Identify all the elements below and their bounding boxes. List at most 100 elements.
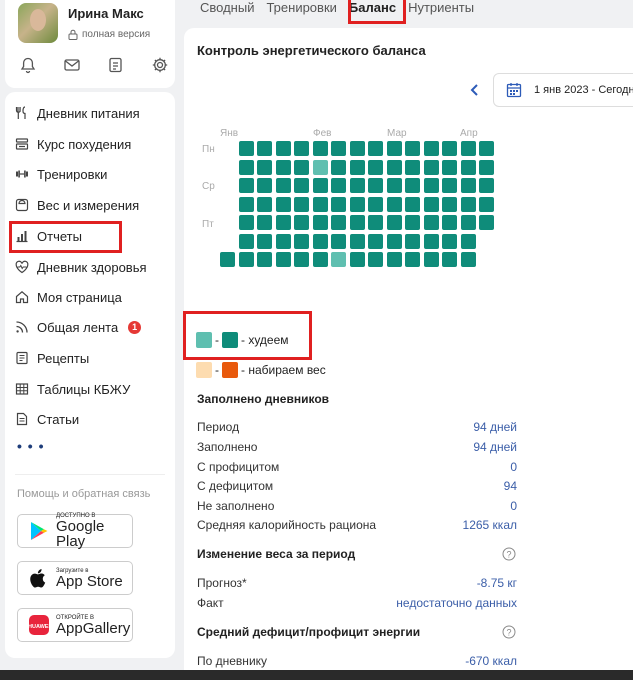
heatmap-cell[interactable] bbox=[405, 178, 420, 193]
app-store-button[interactable]: Загрузите в App Store bbox=[17, 561, 133, 595]
tab-nutrients[interactable]: Нутриенты bbox=[408, 0, 474, 22]
heatmap-cell[interactable] bbox=[312, 141, 328, 156]
heatmap-cell[interactable] bbox=[386, 233, 402, 249]
sidebar-item-articles[interactable]: Статьи bbox=[15, 406, 79, 432]
heatmap-cell[interactable] bbox=[368, 141, 383, 156]
heatmap-cell[interactable] bbox=[238, 215, 254, 230]
heatmap-cell[interactable] bbox=[349, 196, 365, 212]
heatmap-cell[interactable] bbox=[275, 196, 291, 212]
heatmap-cell[interactable] bbox=[331, 233, 346, 249]
heatmap-cell[interactable] bbox=[405, 215, 420, 230]
heatmap-cell[interactable] bbox=[423, 196, 439, 212]
heatmap-cell[interactable] bbox=[238, 233, 254, 249]
heatmap-cell[interactable] bbox=[294, 178, 309, 193]
heatmap-cell[interactable] bbox=[331, 141, 346, 156]
heatmap-cell[interactable] bbox=[423, 178, 439, 193]
heatmap-cell[interactable] bbox=[405, 252, 420, 267]
sidebar-item-workouts[interactable]: Тренировки bbox=[15, 161, 107, 187]
heatmap-cell[interactable] bbox=[423, 215, 439, 230]
heatmap-cell[interactable] bbox=[238, 252, 254, 267]
heatmap-cell[interactable] bbox=[275, 252, 291, 267]
heatmap-cell[interactable] bbox=[349, 178, 365, 193]
heatmap-cell[interactable] bbox=[386, 141, 402, 156]
heatmap-cell[interactable] bbox=[423, 159, 439, 175]
heatmap-cell[interactable] bbox=[238, 196, 254, 212]
heatmap-cell[interactable] bbox=[460, 159, 476, 175]
heatmap-cell[interactable] bbox=[294, 215, 309, 230]
heatmap-cell[interactable] bbox=[386, 178, 402, 193]
heatmap-cell[interactable] bbox=[238, 178, 254, 193]
heatmap-cell[interactable] bbox=[479, 178, 494, 193]
heatmap-cell[interactable] bbox=[312, 252, 328, 267]
heatmap-cell[interactable] bbox=[275, 233, 291, 249]
sidebar-item-my-page[interactable]: Моя страница bbox=[15, 284, 122, 310]
heatmap-cell[interactable] bbox=[368, 159, 383, 175]
heatmap-cell[interactable] bbox=[405, 233, 420, 249]
heatmap-cell[interactable] bbox=[460, 252, 476, 267]
heatmap-cell[interactable] bbox=[349, 252, 365, 267]
heatmap-cell[interactable] bbox=[405, 141, 420, 156]
heatmap-cell[interactable] bbox=[349, 215, 365, 230]
heatmap-cell[interactable] bbox=[238, 159, 254, 175]
heatmap-cell[interactable] bbox=[442, 141, 457, 156]
heatmap-cell[interactable] bbox=[312, 196, 328, 212]
heatmap-cell[interactable] bbox=[349, 233, 365, 249]
heatmap-cell[interactable] bbox=[331, 159, 346, 175]
heatmap-cell[interactable] bbox=[331, 196, 346, 212]
help-icon[interactable]: ? bbox=[502, 625, 516, 639]
heatmap-cell[interactable] bbox=[386, 196, 402, 212]
heatmap-cell[interactable] bbox=[442, 252, 457, 267]
heatmap-cell[interactable] bbox=[442, 159, 457, 175]
sidebar-item-food-diary[interactable]: Дневник питания bbox=[15, 100, 140, 126]
heatmap-cell[interactable] bbox=[442, 215, 457, 230]
heatmap-cell[interactable] bbox=[405, 196, 420, 212]
heatmap-cell[interactable] bbox=[294, 196, 309, 212]
heatmap-cell[interactable] bbox=[368, 196, 383, 212]
notes-icon[interactable] bbox=[107, 56, 125, 74]
heatmap-cell[interactable] bbox=[257, 159, 272, 175]
more-menu[interactable]: • • • bbox=[17, 438, 44, 454]
sidebar-item-weight[interactable]: Вес и измерения bbox=[15, 192, 139, 218]
sidebar-item-feed[interactable]: Общая лента 1 bbox=[15, 314, 142, 340]
heatmap-cell[interactable] bbox=[386, 159, 402, 175]
heatmap-cell[interactable] bbox=[238, 141, 254, 156]
avatar[interactable] bbox=[18, 3, 58, 43]
heatmap-cell[interactable] bbox=[479, 215, 494, 230]
appgallery-button[interactable]: HUAWEI ОТКРОЙТЕ В AppGallery bbox=[17, 608, 133, 642]
heatmap-cell[interactable] bbox=[349, 141, 365, 156]
heatmap-cell[interactable] bbox=[257, 196, 272, 212]
heatmap-cell[interactable] bbox=[312, 215, 328, 230]
heatmap-cell[interactable] bbox=[294, 159, 309, 175]
heatmap-cell[interactable] bbox=[294, 252, 309, 267]
heatmap-cell[interactable] bbox=[257, 178, 272, 193]
mail-icon[interactable] bbox=[63, 56, 81, 74]
tab-workouts[interactable]: Тренировки bbox=[266, 0, 336, 22]
heatmap-cell[interactable] bbox=[423, 233, 439, 249]
heatmap-cell[interactable] bbox=[368, 178, 383, 193]
heatmap-cell[interactable] bbox=[386, 252, 402, 267]
heatmap-cell[interactable] bbox=[220, 252, 235, 267]
heatmap-cell[interactable] bbox=[257, 141, 272, 156]
heatmap-cell[interactable] bbox=[312, 178, 328, 193]
heatmap-cell[interactable] bbox=[331, 178, 346, 193]
heatmap-cell[interactable] bbox=[423, 252, 439, 267]
heatmap-cell[interactable] bbox=[442, 178, 457, 193]
heatmap-cell[interactable] bbox=[294, 233, 309, 249]
heatmap-cell[interactable] bbox=[460, 233, 476, 249]
heatmap-cell[interactable] bbox=[312, 159, 328, 175]
heatmap-cell[interactable] bbox=[368, 233, 383, 249]
heatmap-cell[interactable] bbox=[275, 141, 291, 156]
sidebar-item-weight-loss-course[interactable]: Курс похудения bbox=[15, 131, 131, 157]
heatmap-cell[interactable] bbox=[386, 215, 402, 230]
help-link[interactable]: Помощь и обратная связь bbox=[17, 488, 150, 500]
heatmap-cell[interactable] bbox=[479, 196, 494, 212]
heatmap-cell[interactable] bbox=[460, 178, 476, 193]
date-range-picker[interactable]: 1 янв 2023 - Сегодня bbox=[493, 73, 633, 107]
heatmap-cell[interactable] bbox=[460, 196, 476, 212]
heatmap-cell[interactable] bbox=[275, 178, 291, 193]
heatmap-cell[interactable] bbox=[331, 252, 346, 267]
heatmap-cell[interactable] bbox=[275, 159, 291, 175]
heatmap-cell[interactable] bbox=[331, 215, 346, 230]
chevron-left-icon[interactable] bbox=[469, 82, 481, 98]
heatmap-cell[interactable] bbox=[442, 196, 457, 212]
